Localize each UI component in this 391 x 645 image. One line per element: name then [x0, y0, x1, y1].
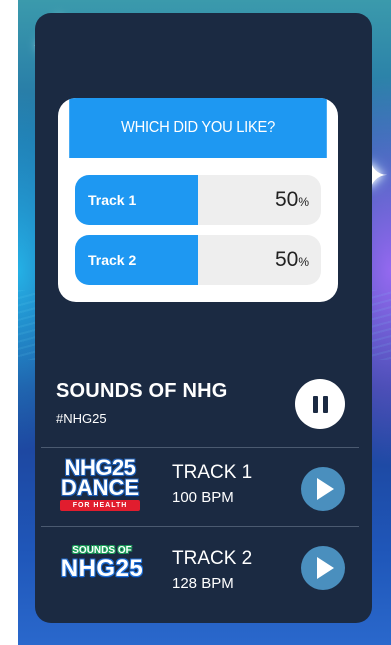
now-playing-title: SOUNDS OF NHG — [56, 380, 228, 402]
poll-option-percent: 50% — [274, 248, 309, 271]
poll-sticker: WHICH DID YOU LIKE? Track 1 50% Track 2 … — [58, 98, 338, 302]
track-1-name: TRACK 1 — [172, 462, 253, 483]
play-track-2-button[interactable] — [301, 546, 345, 590]
divider — [41, 526, 359, 527]
track-2-bpm: 128 BPM — [172, 575, 234, 592]
now-playing-hashtag: #NHG25 — [56, 411, 107, 426]
dance-for-health-logo: NHG25 DANCE FOR HEALTH — [60, 455, 140, 511]
poll-option-label: Track 2 — [88, 252, 137, 268]
pause-icon — [312, 395, 318, 413]
sounds-of-nhg25-logo: SOUNDS OF NHG25 — [60, 545, 144, 582]
pause-icon — [322, 395, 328, 413]
divider — [41, 447, 359, 448]
track-2-name: TRACK 2 — [172, 548, 253, 569]
play-track-1-button[interactable] — [301, 467, 345, 511]
pause-button[interactable] — [295, 379, 345, 429]
poll-question: WHICH DID YOU LIKE? — [69, 98, 327, 158]
track-1-bpm: 100 BPM — [172, 489, 234, 506]
poll-option-percent: 50% — [274, 188, 309, 211]
poll-option-label: Track 1 — [88, 192, 137, 208]
poll-option-track-1[interactable]: Track 1 50% — [75, 175, 321, 225]
poll-option-track-2[interactable]: Track 2 50% — [75, 235, 321, 285]
